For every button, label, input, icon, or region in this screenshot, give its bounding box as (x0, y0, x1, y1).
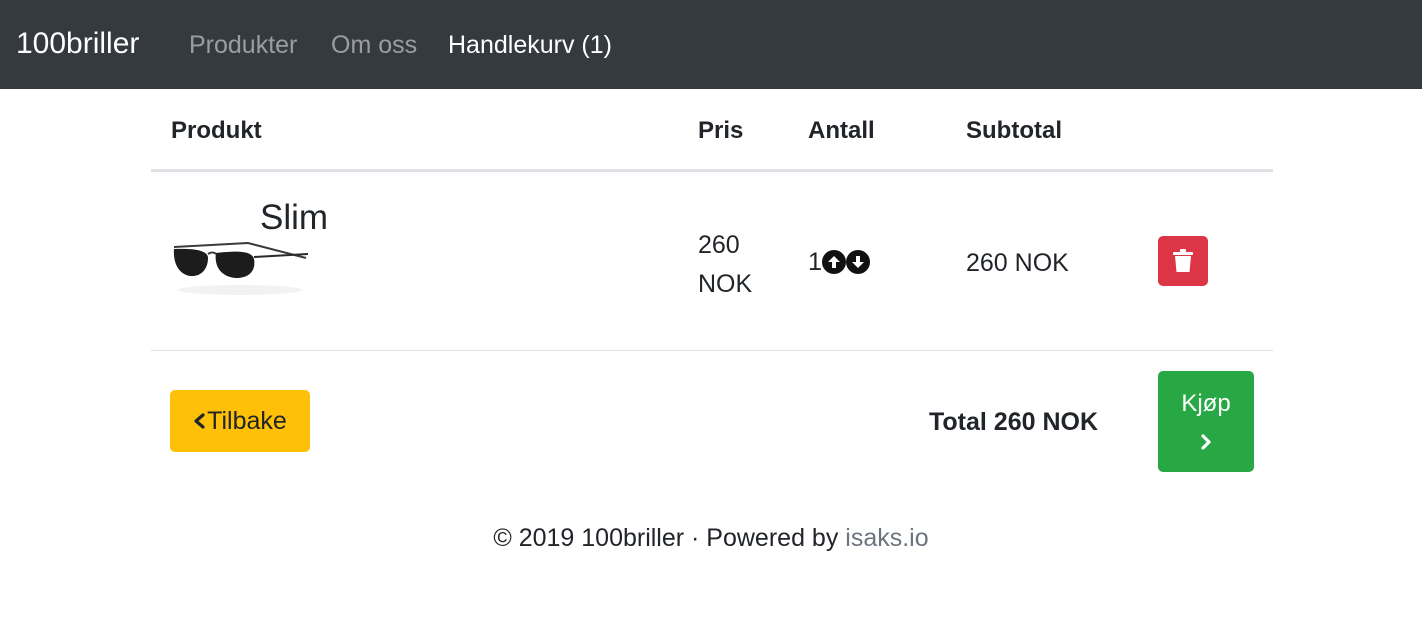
back-button[interactable]: Tilbake (170, 390, 310, 452)
delete-item-button[interactable] (1158, 236, 1208, 286)
product-name[interactable]: Slim (260, 198, 328, 238)
nav-link-produkter[interactable]: Produkter (189, 29, 297, 61)
quantity-value: 1 (808, 248, 822, 276)
copyright-text: © 2019 100briller · Powered by (493, 524, 846, 552)
chevron-right-icon (1198, 431, 1214, 459)
column-header-pris: Pris (698, 117, 744, 144)
arrow-circle-up-icon[interactable] (821, 250, 846, 274)
back-button-label: Tilbake (207, 406, 287, 435)
product-image-sunglasses (173, 241, 309, 295)
chevron-left-icon (193, 413, 205, 429)
brand-logo[interactable]: 100briller (16, 26, 139, 62)
product-subtotal: 260 NOK (966, 249, 1069, 277)
column-header-produkt: Produkt (171, 117, 262, 144)
table-header-divider (151, 169, 1273, 172)
table-row-divider (151, 350, 1273, 351)
column-header-subtotal: Subtotal (966, 117, 1062, 144)
quantity-stepper: 1 (808, 249, 870, 275)
column-header-antall: Antall (808, 117, 875, 144)
arrow-circle-down-icon[interactable] (845, 250, 870, 274)
nav-link-handlekurv[interactable]: Handlekurv (1) (448, 29, 612, 61)
powered-by-link[interactable]: isaks.io (845, 524, 928, 552)
navbar: 100briller Produkter Om oss Handlekurv (… (0, 0, 1422, 89)
buy-button[interactable]: Kjøp (1158, 371, 1254, 472)
product-price: 260 NOK (698, 231, 753, 298)
nav-link-om-oss[interactable]: Om oss (331, 29, 417, 61)
buy-button-label: Kjøp (1181, 390, 1231, 417)
footer: © 2019 100briller · Powered by isaks.io (0, 522, 1422, 554)
cart-total: Total 260 NOK (929, 408, 1099, 436)
trash-icon (1173, 249, 1193, 272)
